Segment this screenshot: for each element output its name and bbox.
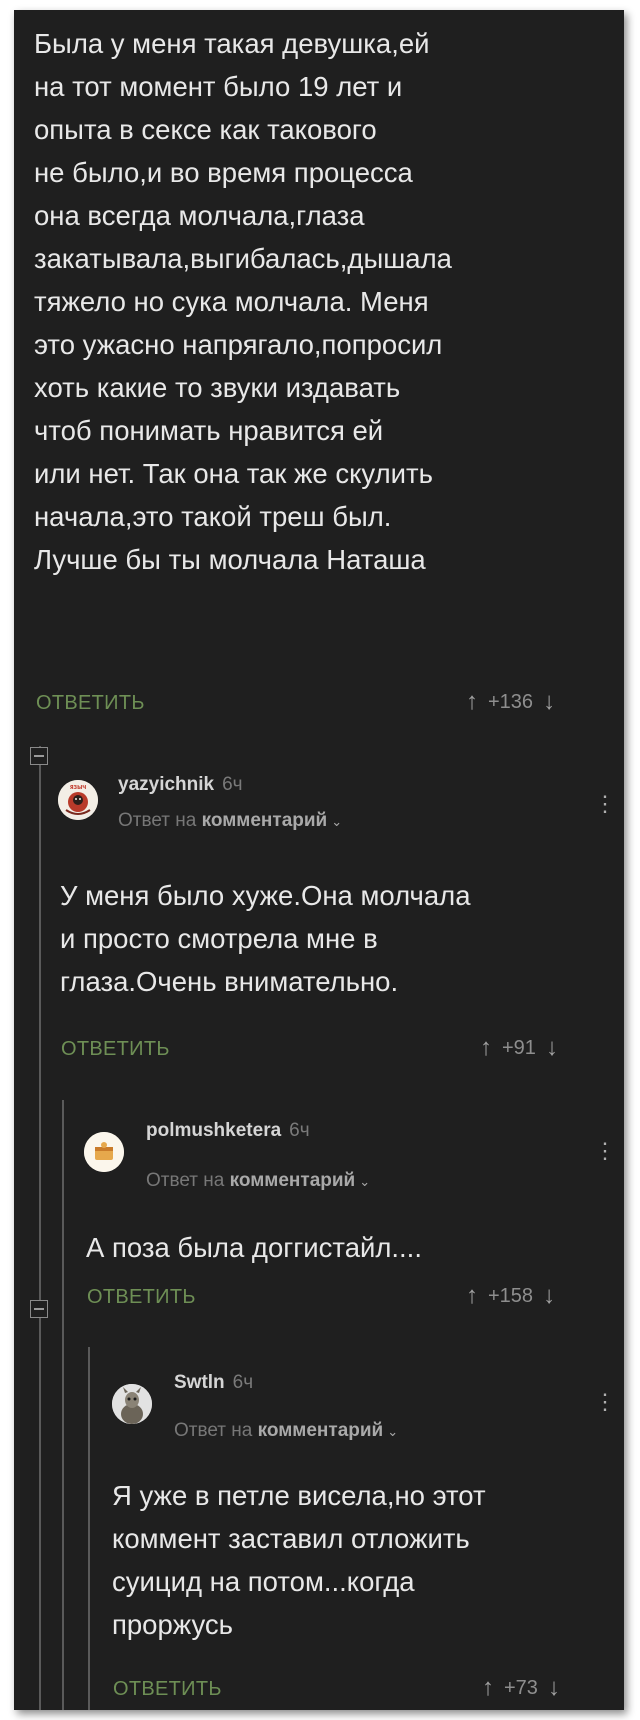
comment-line: или нет. Так она так же скулить <box>34 458 433 489</box>
username[interactable]: Swtln 6ч <box>174 1372 253 1394</box>
comment-line: закатывала,выгибалась,дышала <box>34 243 452 274</box>
upvote-icon[interactable]: ↑ <box>466 1282 478 1310</box>
collapse-toggle[interactable] <box>30 747 48 765</box>
downvote-icon[interactable]: ↓ <box>548 1674 560 1702</box>
more-options-icon[interactable]: ⋮ <box>594 793 616 815</box>
reply-to[interactable]: Ответ на комментарий ⌄ <box>146 1170 370 1192</box>
avatar[interactable] <box>84 1132 124 1172</box>
upvote-icon[interactable]: ↑ <box>482 1674 494 1702</box>
comment-body: А поза была доггистайл.... <box>86 1226 422 1269</box>
timestamp: 6ч <box>232 1372 254 1393</box>
reply-to-target: комментарий <box>201 810 328 831</box>
reply-to[interactable]: Ответ на комментарий ⌄ <box>118 810 342 832</box>
comment-line: тяжело но сука молчала. Меня <box>34 286 429 317</box>
timestamp: 6ч <box>222 774 243 795</box>
comment-line: не было,и во время процесса <box>34 157 413 188</box>
chevron-down-icon: ⌄ <box>387 1424 399 1439</box>
username-text: polmushketera <box>146 1120 282 1141</box>
timestamp: 6ч <box>289 1120 310 1141</box>
comment-line: это ужасно напрягало,попросил <box>34 329 443 360</box>
comment-body: У меня было хуже.Она молчала и просто см… <box>60 874 471 1003</box>
rating-value: +73 <box>504 1676 538 1699</box>
comment-thread: Была у меня такая девушка,ей на тот моме… <box>14 10 624 1710</box>
rating-controls: ↑ +158 ↓ <box>466 1282 555 1310</box>
chevron-down-icon: ⌄ <box>331 814 343 829</box>
reply-to-prefix: Ответ на <box>146 1170 225 1191</box>
comment-line: она всегда молчала,глаза <box>34 200 365 231</box>
username[interactable]: polmushketera 6ч <box>146 1120 310 1142</box>
svg-text:ЯЗЫЧ: ЯЗЫЧ <box>70 785 87 791</box>
avatar-image <box>84 1132 124 1172</box>
reply-to-target: комментарий <box>229 1170 356 1191</box>
reply-to-target: комментарий <box>257 1420 384 1441</box>
username-text: yazyichnik <box>118 774 215 795</box>
more-options-icon[interactable]: ⋮ <box>594 1140 616 1162</box>
thread-line <box>88 1347 90 1710</box>
avatar[interactable] <box>112 1384 152 1424</box>
avatar[interactable]: ЯЗЫЧ <box>58 780 98 820</box>
rating-controls: ↑ +136 ↓ <box>466 688 555 716</box>
comment-line: суицид на потом...когда <box>112 1566 415 1597</box>
comment-line: У меня было хуже.Она молчала <box>60 880 471 911</box>
rating-controls: ↑ +91 ↓ <box>480 1034 558 1062</box>
comment-line: начала,это такой треш был. <box>34 501 392 532</box>
comment-line: Была у меня такая девушка,ей <box>34 28 430 59</box>
comment-line: Лучше бы ты молчала Наташа <box>34 544 426 575</box>
reply-to[interactable]: Ответ на комментарий ⌄ <box>174 1420 398 1442</box>
downvote-icon[interactable]: ↓ <box>543 688 555 716</box>
upvote-icon[interactable]: ↑ <box>480 1034 492 1062</box>
collapse-toggle[interactable] <box>30 1300 48 1318</box>
thread-line <box>62 1100 64 1710</box>
reply-button[interactable]: ОТВЕТИТЬ <box>36 692 145 715</box>
chevron-down-icon: ⌄ <box>359 1174 371 1189</box>
comment-line: чтоб понимать нравится ей <box>34 415 384 446</box>
comment-line: проржусь <box>112 1609 233 1640</box>
rating-controls: ↑ +73 ↓ <box>482 1674 560 1702</box>
rating-value: +158 <box>488 1284 534 1307</box>
rating-value: +91 <box>502 1036 536 1059</box>
avatar-image <box>112 1384 152 1424</box>
reply-button[interactable]: ОТВЕТИТЬ <box>113 1678 222 1701</box>
comment-line: и просто смотрела мне в <box>60 923 378 954</box>
thread-line <box>39 746 41 1710</box>
comment-body: Я уже в петле висела,но этот коммент зас… <box>112 1474 486 1646</box>
comment-line: коммент заставил отложить <box>112 1523 470 1554</box>
comment-line: глаза.Очень внимательно. <box>60 966 399 997</box>
reply-to-prefix: Ответ на <box>174 1420 253 1441</box>
comment-line: опыта в сексе как такового <box>34 114 377 145</box>
comment-line: Я уже в петле висела,но этот <box>112 1480 486 1511</box>
more-options-icon[interactable]: ⋮ <box>594 1391 616 1413</box>
downvote-icon[interactable]: ↓ <box>546 1034 558 1062</box>
upvote-icon[interactable]: ↑ <box>466 688 478 716</box>
rating-value: +136 <box>488 690 534 713</box>
comment-line: А поза была доггистайл.... <box>86 1232 422 1263</box>
reply-button[interactable]: ОТВЕТИТЬ <box>61 1038 170 1061</box>
username[interactable]: yazyichnik 6ч <box>118 774 243 796</box>
comment-line: хоть какие то звуки издавать <box>34 372 401 403</box>
comment-body: Была у меня такая девушка,ей на тот моме… <box>34 22 452 581</box>
reply-to-prefix: Ответ на <box>118 810 197 831</box>
comment-line: на тот момент было 19 лет и <box>34 71 403 102</box>
avatar-image: ЯЗЫЧ <box>58 780 98 820</box>
reply-button[interactable]: ОТВЕТИТЬ <box>87 1286 196 1309</box>
username-text: Swtln <box>174 1372 225 1393</box>
downvote-icon[interactable]: ↓ <box>543 1282 555 1310</box>
